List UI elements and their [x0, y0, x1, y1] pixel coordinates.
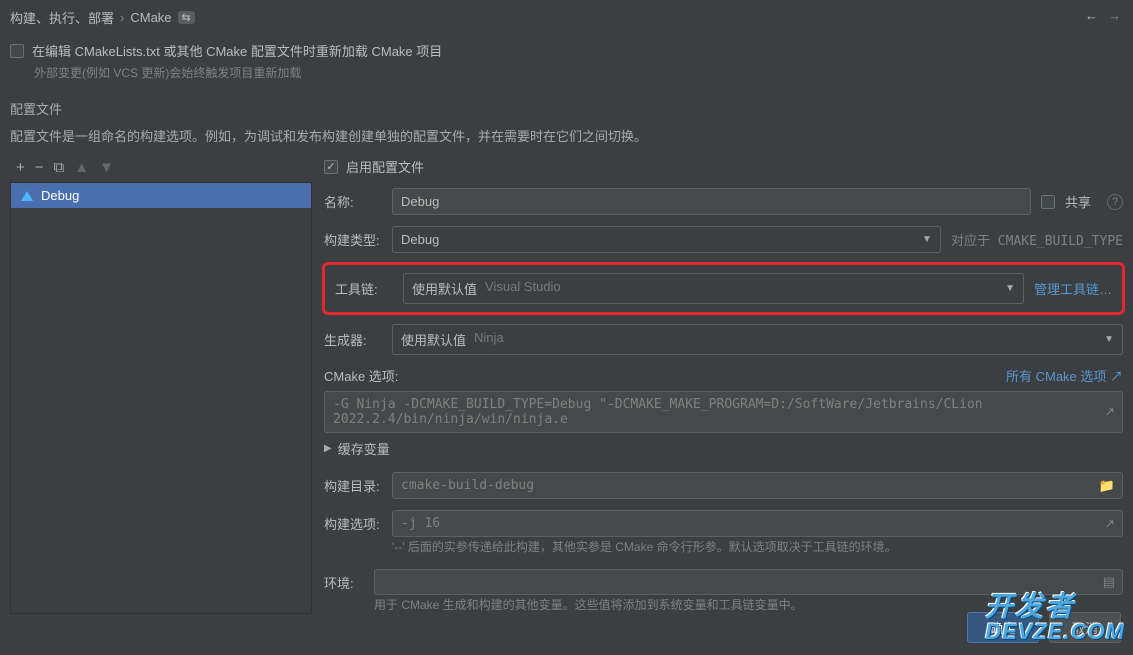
- name-label: 名称:: [324, 192, 382, 211]
- toolchain-dropdown[interactable]: 使用默认值Visual Studio ▼: [403, 273, 1024, 304]
- add-button[interactable]: +: [16, 159, 25, 176]
- chevron-down-icon: ▼: [1104, 334, 1114, 345]
- list-icon[interactable]: ▤: [1103, 574, 1115, 590]
- enable-profile-checkbox[interactable]: [324, 160, 338, 174]
- build-options-hint: '--' 后面的实参传递给此构建，其他实参是 CMake 命令行形参。默认选项取…: [392, 538, 1123, 555]
- all-cmake-options-link[interactable]: 所有 CMake 选项 ↗: [1006, 366, 1123, 385]
- cmake-options-label: CMake 选项:: [324, 366, 398, 385]
- env-label: 环境:: [324, 573, 364, 592]
- nav-back-icon[interactable]: ←: [1085, 8, 1098, 23]
- breadcrumb-part2[interactable]: CMake: [130, 10, 171, 25]
- build-options-input[interactable]: -j 16: [392, 510, 1123, 537]
- breadcrumb-separator: ›: [120, 10, 124, 25]
- cmake-options-input[interactable]: -G Ninja -DCMAKE_BUILD_TYPE=Debug "-DCMA…: [324, 391, 1123, 433]
- folder-icon[interactable]: 📁: [1099, 478, 1115, 494]
- cancel-button[interactable]: 取消: [1049, 612, 1121, 643]
- chevron-down-icon: ▼: [922, 234, 932, 245]
- profile-item-debug[interactable]: Debug: [11, 183, 311, 208]
- reload-hint: 外部变更(例如 VCS 更新)会始终触发项目重新加载: [34, 64, 1123, 81]
- profile-list[interactable]: Debug: [10, 182, 312, 614]
- build-dir-label: 构建目录:: [324, 476, 382, 495]
- build-options-label: 构建选项:: [324, 514, 382, 533]
- build-type-hint: 对应于 CMAKE_BUILD_TYPE: [951, 230, 1123, 249]
- profiles-desc: 配置文件是一组命名的构建选项。例如，为调试和发布构建创建单独的配置文件，并在需要…: [0, 122, 1133, 155]
- expand-icon[interactable]: ⇆: [178, 11, 195, 24]
- help-icon[interactable]: ?: [1107, 194, 1123, 210]
- enable-profile-label: 启用配置文件: [346, 157, 424, 176]
- expand-field-icon[interactable]: ↗: [1104, 516, 1115, 532]
- env-hint: 用于 CMake 生成和构建的其他变量。这些值将添加到系统变量和工具链变量中。: [374, 596, 1123, 613]
- generator-dropdown[interactable]: 使用默认值Ninja ▼: [392, 324, 1123, 355]
- share-label: 共享: [1065, 192, 1091, 211]
- reload-checkbox-label: 在编辑 CMakeLists.txt 或其他 CMake 配置文件时重新加载 C…: [32, 41, 442, 60]
- build-type-label: 构建类型:: [324, 230, 382, 249]
- toolchain-label: 工具链:: [335, 279, 393, 298]
- move-up-button[interactable]: ▲: [74, 159, 89, 176]
- copy-button[interactable]: ⧉: [54, 159, 65, 176]
- breadcrumb-part1[interactable]: 构建、执行、部署: [10, 8, 114, 27]
- ok-button[interactable]: 确定: [967, 612, 1039, 643]
- chevron-right-icon: ▶: [324, 443, 332, 454]
- move-down-button[interactable]: ▼: [99, 159, 114, 176]
- breadcrumb: 构建、执行、部署 › CMake ⇆: [0, 0, 1133, 35]
- share-checkbox[interactable]: [1041, 195, 1055, 209]
- expand-field-icon[interactable]: ↗: [1104, 404, 1115, 420]
- reload-checkbox[interactable]: [10, 44, 24, 58]
- profiles-title: 配置文件: [0, 85, 1133, 122]
- generator-label: 生成器:: [324, 330, 382, 349]
- chevron-down-icon: ▼: [1005, 283, 1015, 294]
- toolchain-highlight: 工具链: 使用默认值Visual Studio ▼ 管理工具链…: [322, 262, 1125, 315]
- build-type-dropdown[interactable]: Debug ▼: [392, 226, 941, 253]
- cache-variables-toggle[interactable]: ▶ 缓存变量: [324, 433, 1123, 472]
- nav-forward-icon: →: [1108, 8, 1121, 23]
- profile-item-label: Debug: [41, 188, 79, 203]
- nav-arrows: ← →: [1085, 8, 1121, 23]
- cmake-icon: [21, 191, 33, 201]
- remove-button[interactable]: −: [35, 159, 44, 176]
- build-dir-input[interactable]: cmake-build-debug: [392, 472, 1123, 499]
- profiles-toolbar: + − ⧉ ▲ ▼: [10, 155, 312, 182]
- name-input[interactable]: Debug: [392, 188, 1031, 215]
- manage-toolchains-link[interactable]: 管理工具链…: [1034, 279, 1112, 298]
- env-input[interactable]: [374, 569, 1123, 595]
